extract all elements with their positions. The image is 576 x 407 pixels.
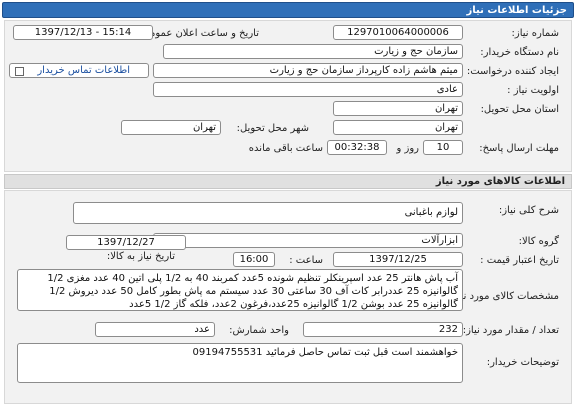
province-label: استان محل تحویل: xyxy=(480,104,559,115)
announce-datetime-field[interactable]: 1397/12/13 - 15:14 xyxy=(13,25,153,40)
delivery-city-field[interactable]: تهران xyxy=(121,120,221,135)
need-date-field[interactable]: 1397/12/27 xyxy=(66,235,186,250)
spec-field[interactable]: آب پاش هانتر 25 عدد اسپرینکلر تنظیم شوند… xyxy=(17,269,463,311)
contact-checkbox-icon[interactable] xyxy=(15,67,24,76)
priority-label: اولویت نیاز : xyxy=(507,85,559,96)
group-label: گروه کالا: xyxy=(518,236,559,247)
spec-label: مشخصات کالای مورد نیاز: xyxy=(449,291,559,302)
contact-info-box: اطلاعات تماس خریدار xyxy=(9,63,149,78)
group-field[interactable]: ابزارآلات xyxy=(153,233,463,248)
creator-field[interactable]: میثم هاشم زاده کارپرداز سازمان حج و زیار… xyxy=(153,63,463,78)
need-number-label: شماره نیاز: xyxy=(511,28,560,39)
validity-date-label: تاریخ اعتبار قیمت : xyxy=(480,255,559,266)
city-field[interactable]: تهران xyxy=(333,120,463,135)
deadline-days-field[interactable]: 10 xyxy=(423,140,463,155)
validity-time-field[interactable]: 16:00 xyxy=(233,252,275,267)
buyer-contact-link[interactable]: اطلاعات تماس خریدار xyxy=(37,65,130,76)
panel-header: جزئیات اطلاعات نیاز xyxy=(2,2,574,18)
notes-field[interactable]: خواهشمند است قبل ثبت تماس حاصل فرمائید 0… xyxy=(17,343,463,383)
announce-datetime-label: تاریخ و ساعت اعلان عمومی: xyxy=(138,28,259,39)
deadline-time-suffix: ساعت باقی مانده xyxy=(248,143,323,154)
buyer-label: نام دستگاه خریدار: xyxy=(480,47,559,58)
summary-field[interactable]: لوازم باغبانی xyxy=(73,202,463,224)
need-date-label: تاریخ نیاز به کالا: xyxy=(106,251,175,262)
page: جزئیات اطلاعات نیاز شماره نیاز: 12970100… xyxy=(0,0,576,407)
goods-section: شرح کلی نیاز: لوازم باغبانی گروه کالا: ا… xyxy=(4,190,572,404)
goods-section-title: اطلاعات کالاهای مورد نیاز xyxy=(4,174,572,189)
notes-label: توضیحات خریدار: xyxy=(486,357,559,368)
creator-label: ایجاد کننده درخواست: xyxy=(466,66,559,77)
deadline-days-unit: روز و xyxy=(396,143,420,154)
validity-time-label: ساعت : xyxy=(289,255,323,266)
need-number-field[interactable]: 1297010064000006 xyxy=(333,25,463,40)
buyer-field[interactable]: سازمان حج و زیارت xyxy=(163,44,463,59)
province-field[interactable]: تهران xyxy=(333,101,463,116)
qty-field[interactable]: 232 xyxy=(303,322,463,337)
city-label: شهر محل تحویل: xyxy=(236,123,309,134)
summary-label: شرح کلی نیاز: xyxy=(498,205,559,216)
unit-label: واحد شمارش: xyxy=(229,325,289,336)
validity-date-field[interactable]: 1397/12/25 xyxy=(333,252,463,267)
qty-label: تعداد / مقدار مورد نیاز: xyxy=(462,325,559,336)
unit-field[interactable]: عدد xyxy=(95,322,215,337)
deadline-label: مهلت ارسال پاسخ: xyxy=(479,143,559,154)
deadline-time-field[interactable]: 00:32:38 xyxy=(327,140,387,155)
priority-field[interactable]: عادی xyxy=(153,82,463,97)
need-info-section: شماره نیاز: 1297010064000006 تاریخ و ساع… xyxy=(4,20,572,172)
